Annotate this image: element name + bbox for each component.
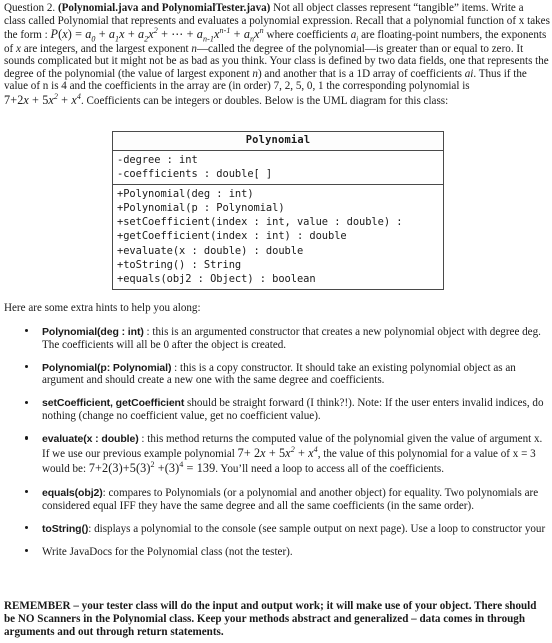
list-item-line: evaluate(x : double) : this method retur… [42, 433, 552, 446]
intro-line-6: degree of the polynomial (the value of l… [4, 68, 549, 81]
intro-line-3-rest: are floating-point numbers, the exponent… [358, 29, 547, 42]
intro-line-4: of x are integers, and the largest expon… [4, 43, 549, 56]
method-signature: Polynomial(deg : int) [42, 326, 144, 338]
list-item-line: Write JavaDocs for the Polynomial class … [42, 545, 293, 558]
bullet-dot-icon [25, 364, 29, 369]
intro-line-2: class called Polynomial that represents … [4, 14, 550, 27]
remember-line: REMEMBER – your tester class will do the… [4, 600, 537, 612]
method-signature: Polynomial(p: Polynomial) [42, 361, 172, 374]
list-item-line-rest: : displays a polynomial to the console (… [88, 522, 546, 535]
method-signature: equals(obj2) [42, 486, 103, 499]
intro-line-3: the form : P(x) = a0 + a1x + a2x2 + ⋯ + … [4, 26, 547, 44]
list-item-line-rest: : compares to Polynomials (or a polynomi… [102, 486, 539, 499]
uml-attribute-row: -coefficients : double[ ] [117, 168, 273, 181]
list-item-line: argument and should create a new one wit… [42, 374, 385, 387]
polynomial-general-formula: P(x) = a0 + a1x + a2x2 + ⋯ + an-1xn-1 + … [50, 26, 264, 44]
intro-line-6-a: degree of the polynomial (the value of l… [4, 67, 253, 80]
file-names: (Polynomial.java and PolynomialTester.ja… [57, 2, 271, 14]
uml-method-row: +getCoefficient(index : int) : double [117, 230, 347, 243]
list-item: Write JavaDocs for the Polynomial class … [0, 546, 552, 559]
list-item-line: The coefficients will all be 0 after the… [42, 338, 287, 351]
list-item-line: equals(obj2): compares to Polynomials (o… [42, 487, 552, 500]
list-item-line: nothing (change no coefficient value, ge… [42, 409, 321, 422]
evaluate-computation: 7+2(3)+5(3)2 +(3)4 = 139 [88, 460, 216, 476]
list-item-line-rest: should be straight forward (I think?!). … [184, 397, 544, 410]
bullet-dot-icon [25, 329, 29, 333]
evaluate-line2-a: If we use our previous example polynomia… [42, 447, 238, 460]
evaluate-line2-b: , the value of this polynomial for a val… [317, 447, 536, 460]
list-item: toString(): displays a polynomial to the… [0, 523, 552, 536]
document-page: Question 2. (Polynomial.java and Polynom… [0, 0, 552, 643]
list-item-line: would be: 7+2(3)+5(3)2 +(3)4 = 139. You’… [42, 460, 552, 476]
intro-line-8: 7+2x + 5x2 + x4. Coefficients can be int… [4, 91, 549, 109]
uml-class-name: Polynomial [113, 132, 443, 151]
list-item-text: evaluate(x : double) : this method retur… [42, 433, 552, 476]
intro-line-8-rest: . Coefficients can be integers or double… [80, 94, 449, 107]
hints-bullet-list: Polynomial(deg : int) : this is an argum… [0, 326, 552, 569]
intro-line-6-b: ) and another that is a 1D array of coef… [257, 67, 465, 80]
bullet-dot-icon [25, 548, 29, 553]
intro-line-3-mid: where coefficients [263, 29, 351, 42]
uml-method-row: +Polynomial(deg : int) [117, 187, 254, 200]
intro-line-7: value of n is 4 and the coefficients in … [4, 80, 470, 93]
list-item-line-rest: : this is a copy constructor. It should … [171, 361, 516, 374]
list-item-text: Polynomial(deg : int) : this is an argum… [42, 326, 552, 351]
uml-method-row: +Polynomial(p : Polynomial) [117, 201, 285, 214]
list-item-text: equals(obj2): compares to Polynomials (o… [42, 487, 552, 512]
list-item-line: toString(): displays a polynomial to the… [42, 523, 552, 536]
uml-method-row: +toString() : String [117, 259, 242, 272]
evaluate-line3-b: . You’ll need a loop to access all of th… [215, 463, 444, 476]
bullet-dot-icon [25, 525, 29, 530]
hints-intro-text: Here are some extra hints to help you al… [4, 302, 201, 314]
bullet-dot-icon [25, 400, 29, 404]
list-item-text: toString(): displays a polynomial to the… [42, 523, 552, 536]
list-item-line: If we use our previous example polynomia… [42, 444, 552, 461]
list-item-line: Polynomial(deg : int) : this is an argum… [42, 326, 552, 339]
uml-attribute-row: -degree : int [117, 154, 198, 166]
list-item-line: considered equal IFF they have the same … [42, 499, 474, 512]
intro-line-4-a: of [4, 42, 17, 55]
uml-method-row: +setCoefficient(index : int, value : dou… [117, 216, 403, 229]
list-item: Polynomial(deg : int) : this is an argum… [0, 326, 552, 351]
list-item: equals(obj2): compares to Polynomials (o… [0, 487, 552, 512]
uml-class-diagram: Polynomial -degree : int -coefficients :… [112, 131, 444, 290]
intro-line-5: sounds complicated but it might not be a… [4, 55, 549, 68]
intro-line-4-c: —called the degree of the polynomial—is … [196, 42, 524, 55]
list-item-line: setCoefficient, getCoefficient should be… [42, 397, 552, 410]
method-signature: toString() [42, 522, 89, 535]
bullet-dot-icon [25, 436, 29, 440]
remember-paragraph: REMEMBER – your tester class will do the… [4, 600, 549, 640]
intro-paragraph: Question 2. (Polynomial.java and Polynom… [4, 2, 550, 109]
question-label: Question 2. [4, 2, 58, 14]
remember-line: arguments and out through return stateme… [4, 626, 224, 639]
uml-methods-section: +Polynomial(deg : int) +Polynomial(p : P… [113, 185, 443, 289]
method-signature: setCoefficient, getCoefficient [42, 397, 185, 410]
uml-attributes-section: -degree : int -coefficients : double[ ] [113, 151, 443, 185]
intro-line-1-rest: Not all object classes represent “tangib… [270, 2, 524, 14]
form-lead-in: the form : [4, 29, 51, 42]
bullet-dot-icon [25, 490, 29, 494]
evaluate-line3-a: would be: [42, 463, 89, 476]
intro-line-6-c: . Thus if the [473, 67, 527, 80]
list-item-text: Polynomial(p: Polynomial) : this is a co… [42, 362, 552, 387]
list-item: Polynomial(p: Polynomial) : this is a co… [0, 362, 552, 387]
list-item: evaluate(x : double) : this method retur… [0, 433, 552, 476]
example-polynomial: 7+2x + 5x2 + x4 [4, 91, 81, 107]
list-item-text: Write JavaDocs for the Polynomial class … [42, 546, 552, 559]
intro-line-4-b: are integers, and the largest exponent [20, 42, 192, 55]
uml-method-row: +equals(obj2 : Object) : boolean [117, 273, 316, 286]
remember-line: be NO Scanners in the Polynomial class. … [4, 613, 525, 626]
list-item-line: Polynomial(p: Polynomial) : this is a co… [42, 362, 552, 375]
method-signature: evaluate(x : double) [42, 433, 139, 446]
intro-line-1: Question 2. (Polynomial.java and Polynom… [4, 2, 549, 15]
list-item-line-rest: : this method returns the computed value… [138, 433, 543, 446]
list-item: setCoefficient, getCoefficient should be… [0, 397, 552, 422]
list-item-line-rest: : this is an argumented constructor that… [143, 326, 541, 338]
evaluate-example-polynomial: 7+ 2x + 5x2 + x4 [237, 444, 318, 460]
list-item-text: setCoefficient, getCoefficient should be… [42, 397, 552, 422]
uml-method-row: +evaluate(x : double) : double [117, 244, 304, 257]
